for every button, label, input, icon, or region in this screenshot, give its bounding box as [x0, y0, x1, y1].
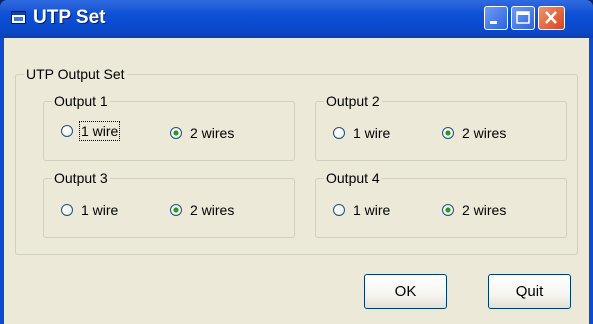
output-3-group: Output 3 1 wire 2 wires: [43, 170, 295, 238]
utp-set-window: UTP Set UTP Output Set Output 1 1 wire 2…: [0, 0, 593, 324]
close-button[interactable]: [538, 6, 565, 30]
quit-button[interactable]: Quit: [488, 274, 571, 309]
radio-unchecked-icon: [61, 125, 73, 137]
output-3-option-2-label: 2 wires: [190, 202, 235, 218]
window-border-right: [589, 38, 593, 324]
radio-unchecked-icon: [61, 204, 73, 216]
output-1-radio-1-wire[interactable]: 1 wire: [61, 121, 121, 141]
radio-unchecked-icon: [333, 204, 345, 216]
output-2-group: Output 2 1 wire 2 wires: [315, 93, 567, 161]
output-2-radio-1-wire[interactable]: 1 wire: [333, 124, 390, 142]
maximize-button[interactable]: [511, 6, 535, 30]
output-1-option-2-label: 2 wires: [190, 125, 235, 141]
output-3-radio-2-wires[interactable]: 2 wires: [170, 201, 234, 219]
title-bar[interactable]: UTP Set: [0, 0, 593, 38]
output-4-option-1-label: 1 wire: [353, 202, 391, 218]
output-4-radio-1-wire[interactable]: 1 wire: [333, 201, 390, 219]
output-1-label: Output 1: [52, 93, 110, 109]
maximize-icon: [516, 11, 530, 24]
window-title: UTP Set: [33, 7, 106, 28]
radio-checked-icon: [442, 204, 454, 216]
utp-output-set-group: UTP Output Set Output 1 1 wire 2 wires O…: [15, 66, 578, 255]
app-window-icon: [11, 11, 26, 24]
output-1-option-1-label: 1 wire: [78, 121, 121, 141]
output-3-label: Output 3: [52, 170, 110, 186]
output-1-group: Output 1 1 wire 2 wires: [43, 93, 295, 161]
ok-button[interactable]: OK: [364, 274, 447, 309]
output-3-option-1-label: 1 wire: [81, 202, 119, 218]
output-4-option-2-label: 2 wires: [462, 202, 507, 218]
radio-checked-icon: [442, 127, 454, 139]
output-3-radio-1-wire[interactable]: 1 wire: [61, 201, 118, 219]
output-2-option-2-label: 2 wires: [462, 125, 507, 141]
minimize-button[interactable]: [484, 6, 508, 30]
utp-output-set-label: UTP Output Set: [24, 66, 127, 82]
output-1-radio-2-wires[interactable]: 2 wires: [170, 124, 234, 142]
radio-checked-icon: [170, 127, 182, 139]
close-icon: [545, 11, 557, 24]
output-4-radio-2-wires[interactable]: 2 wires: [442, 201, 506, 219]
output-2-label: Output 2: [324, 93, 382, 109]
output-4-label: Output 4: [324, 170, 382, 186]
radio-checked-icon: [170, 204, 182, 216]
output-2-radio-2-wires[interactable]: 2 wires: [442, 124, 506, 142]
output-4-group: Output 4 1 wire 2 wires: [315, 170, 567, 238]
output-2-option-1-label: 1 wire: [353, 125, 391, 141]
minimize-icon: [490, 21, 497, 24]
radio-unchecked-icon: [333, 127, 345, 139]
client-area: UTP Output Set Output 1 1 wire 2 wires O…: [4, 38, 589, 324]
